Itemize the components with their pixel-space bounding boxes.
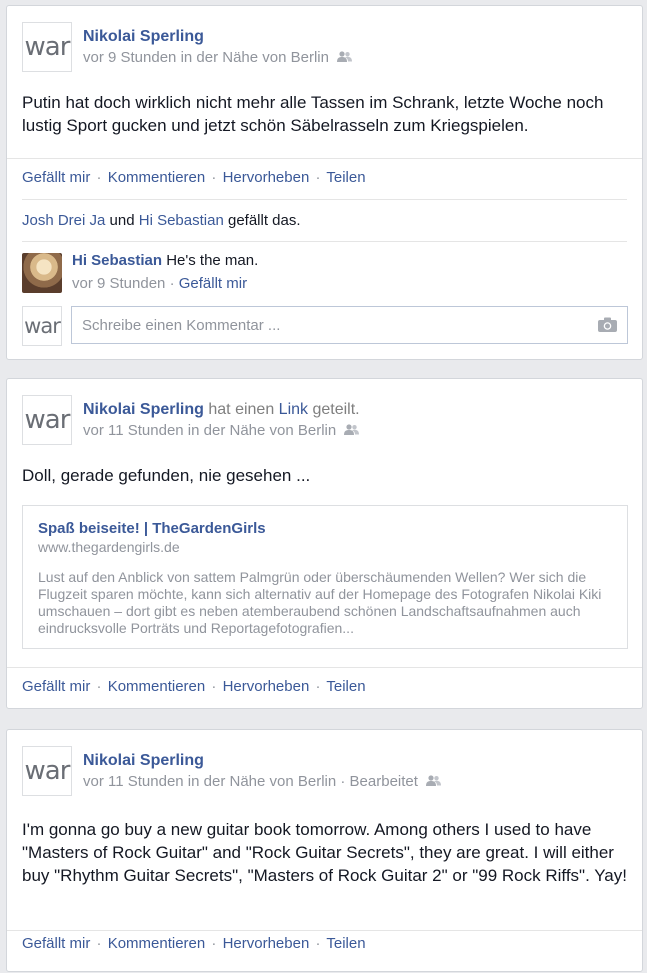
post-timestamp[interactable]: vor 9 Stunden in der Nähe von Berlin bbox=[83, 49, 329, 66]
comment-timestamp[interactable]: vor 9 Stunden bbox=[72, 275, 165, 292]
author-name[interactable]: Nikolai Sperling bbox=[83, 752, 204, 770]
post-text: Doll, gerade gefunden, nie gesehen ... bbox=[22, 466, 311, 485]
like-link[interactable]: Gefällt mir bbox=[22, 169, 90, 186]
post-timestamp[interactable]: vor 11 Stunden in der Nähe von Berlin bbox=[83, 422, 336, 439]
friends-icon[interactable] bbox=[425, 773, 441, 790]
post-meta: vor 9 Stunden in der Nähe von Berlin bbox=[83, 49, 352, 66]
comment-placeholder: Schreibe einen Kommentar ... bbox=[82, 317, 281, 334]
commenter-name[interactable]: Hi Sebastian bbox=[72, 252, 162, 269]
link-preview[interactable]: Spaß beiseite! | TheGardenGirls www.theg… bbox=[22, 505, 628, 649]
divider bbox=[7, 930, 642, 931]
highlight-link[interactable]: Hervorheben bbox=[223, 169, 310, 186]
comment-meta: vor 9 Stunden · Gefällt mir bbox=[72, 275, 248, 292]
share-link[interactable]: Teilen bbox=[326, 935, 365, 952]
post-actions: Gefällt mir · Kommentieren · Hervorheben… bbox=[22, 678, 366, 695]
post-meta: vor 11 Stunden in der Nähe von Berlin · … bbox=[83, 773, 441, 790]
post-text: Putin hat doch wirklich nicht mehr alle … bbox=[22, 93, 604, 135]
author-name[interactable]: Nikolai Sperling bbox=[83, 28, 204, 46]
comment-link[interactable]: Kommentieren bbox=[108, 169, 206, 186]
link-word[interactable]: Link bbox=[279, 401, 308, 418]
author-avatar[interactable]: war bbox=[22, 395, 72, 445]
post-actions: Gefällt mir · Kommentieren · Hervorheben… bbox=[22, 169, 366, 186]
liker-name[interactable]: Hi Sebastian bbox=[139, 212, 224, 229]
author-line: Nikolai Sperling hat einen Link geteilt. bbox=[83, 401, 360, 418]
camera-icon[interactable] bbox=[598, 317, 617, 336]
like-link[interactable]: Gefällt mir bbox=[22, 935, 90, 952]
post-timestamp[interactable]: vor 11 Stunden in der Nähe von Berlin · … bbox=[83, 773, 418, 790]
comment-like-link[interactable]: Gefällt mir bbox=[179, 275, 247, 292]
post-card: war Nikolai Sperling vor 11 Stunden in d… bbox=[6, 729, 643, 972]
friends-icon[interactable] bbox=[344, 422, 360, 439]
comment-link[interactable]: Kommentieren bbox=[108, 678, 206, 695]
link-title[interactable]: Spaß beiseite! | TheGardenGirls bbox=[38, 520, 612, 537]
divider bbox=[22, 199, 627, 200]
author-name[interactable]: Nikolai Sperling bbox=[83, 401, 204, 418]
like-link[interactable]: Gefällt mir bbox=[22, 678, 90, 695]
comment-text: He's the man. bbox=[166, 252, 259, 269]
divider bbox=[7, 158, 642, 159]
share-link[interactable]: Teilen bbox=[326, 169, 365, 186]
highlight-link[interactable]: Hervorheben bbox=[223, 678, 310, 695]
own-avatar: war bbox=[22, 306, 62, 346]
link-description: Lust auf den Anblick von sattem Palmgrün… bbox=[38, 569, 602, 636]
post-card: war Nikolai Sperling vor 9 Stunden in de… bbox=[6, 5, 643, 360]
likes-summary: Josh Drei Ja und Hi Sebastian gefällt da… bbox=[22, 212, 301, 229]
post-meta: vor 11 Stunden in der Nähe von Berlin bbox=[83, 422, 360, 439]
divider bbox=[7, 667, 642, 668]
friends-icon[interactable] bbox=[336, 49, 352, 66]
comment-link[interactable]: Kommentieren bbox=[108, 935, 206, 952]
comment-input[interactable]: Schreibe einen Kommentar ... bbox=[71, 306, 628, 344]
link-domain: www.thegardengirls.de bbox=[38, 539, 180, 555]
share-link[interactable]: Teilen bbox=[326, 678, 365, 695]
highlight-link[interactable]: Hervorheben bbox=[223, 935, 310, 952]
post-actions: Gefällt mir · Kommentieren · Hervorheben… bbox=[22, 935, 366, 952]
author-avatar[interactable]: war bbox=[22, 746, 72, 796]
commenter-avatar[interactable] bbox=[22, 253, 62, 293]
post-text: I'm gonna go buy a new guitar book tomor… bbox=[22, 820, 627, 885]
liker-name[interactable]: Josh Drei Ja bbox=[22, 212, 105, 229]
divider bbox=[22, 241, 627, 242]
post-card: war Nikolai Sperling hat einen Link gete… bbox=[6, 378, 643, 709]
comment-body: Hi Sebastian He's the man. bbox=[72, 252, 258, 269]
author-avatar[interactable]: war bbox=[22, 22, 72, 72]
